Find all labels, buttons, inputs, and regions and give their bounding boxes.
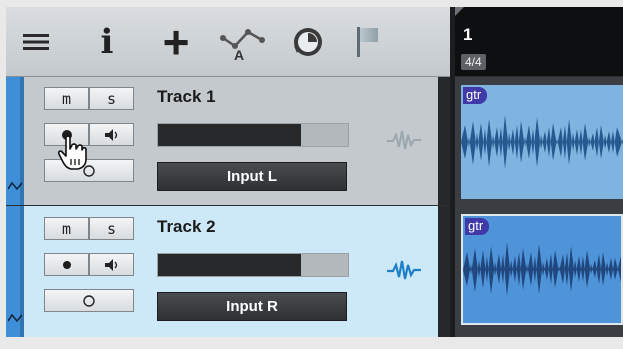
solo-button[interactable]: s xyxy=(89,217,134,240)
mute-button[interactable]: m xyxy=(44,217,89,240)
automation-lane-icon[interactable] xyxy=(8,313,22,323)
waveform-icon xyxy=(387,130,421,150)
hand-cursor-icon xyxy=(57,135,87,170)
automation-icon[interactable]: A xyxy=(220,7,272,76)
audio-event-selected[interactable]: gtr xyxy=(461,214,623,325)
meter-fill xyxy=(158,254,301,276)
marker-flag-icon[interactable] xyxy=(352,7,384,76)
track-list: m s Track 1 Input L m s Track 2 Input R xyxy=(6,77,450,337)
track-splitter xyxy=(438,77,450,205)
automation-letter: A xyxy=(234,47,244,62)
track-color-strip[interactable] xyxy=(6,77,24,205)
monitor-button[interactable] xyxy=(89,123,134,146)
track-row-selected[interactable]: m s Track 2 Input R xyxy=(6,206,450,337)
input-selector[interactable]: Input R xyxy=(157,292,347,321)
meter-fill xyxy=(158,124,301,146)
daw-window: i + A 1 4/4 m s Track 1 Input L m s Trac… xyxy=(6,7,623,337)
track-controls: m s Track 1 Input L xyxy=(29,77,434,205)
level-meter xyxy=(157,253,349,277)
track-name[interactable]: Track 2 xyxy=(157,217,216,237)
info-icon[interactable]: i xyxy=(92,7,122,76)
event-label: gtr xyxy=(463,87,488,104)
audio-event[interactable]: gtr xyxy=(461,85,623,199)
track-splitter xyxy=(438,206,450,337)
level-meter xyxy=(157,123,349,147)
speaker-icon xyxy=(104,128,117,141)
monitor-button[interactable] xyxy=(89,253,134,276)
bar-number: 1 xyxy=(463,25,473,44)
solo-button[interactable]: s xyxy=(89,87,134,110)
record-arm-button[interactable] xyxy=(44,253,89,276)
timeline-ruler[interactable]: 1 4/4 xyxy=(455,7,623,76)
timing-icon[interactable] xyxy=(288,7,328,76)
circle-icon xyxy=(83,294,95,307)
waveform-icon-active xyxy=(387,260,421,280)
add-track-icon[interactable]: + xyxy=(156,7,196,76)
track-controls: m s Track 2 Input R xyxy=(29,206,434,337)
automation-lane-icon[interactable] xyxy=(8,181,22,191)
time-signature[interactable]: 4/4 xyxy=(461,54,486,70)
window-frame: i + A 1 4/4 m s Track 1 Input L m s Trac… xyxy=(0,0,623,349)
event-label: gtr xyxy=(465,218,490,235)
input-selector[interactable]: Input L xyxy=(157,162,347,191)
record-icon xyxy=(62,260,71,269)
track-row[interactable]: m s Track 1 Input L xyxy=(6,77,450,205)
mute-button[interactable]: m xyxy=(44,87,89,110)
arrangement-view[interactable]: gtr gtr xyxy=(455,77,623,337)
input-monitor-toggle[interactable] xyxy=(44,289,134,312)
waveform xyxy=(461,115,623,169)
speaker-icon xyxy=(104,258,117,271)
track-color-strip[interactable] xyxy=(6,206,24,337)
track-toolbar: i + A xyxy=(6,7,450,77)
playhead-marker xyxy=(455,7,464,16)
menu-icon[interactable] xyxy=(16,7,56,76)
track-name[interactable]: Track 1 xyxy=(157,87,216,107)
